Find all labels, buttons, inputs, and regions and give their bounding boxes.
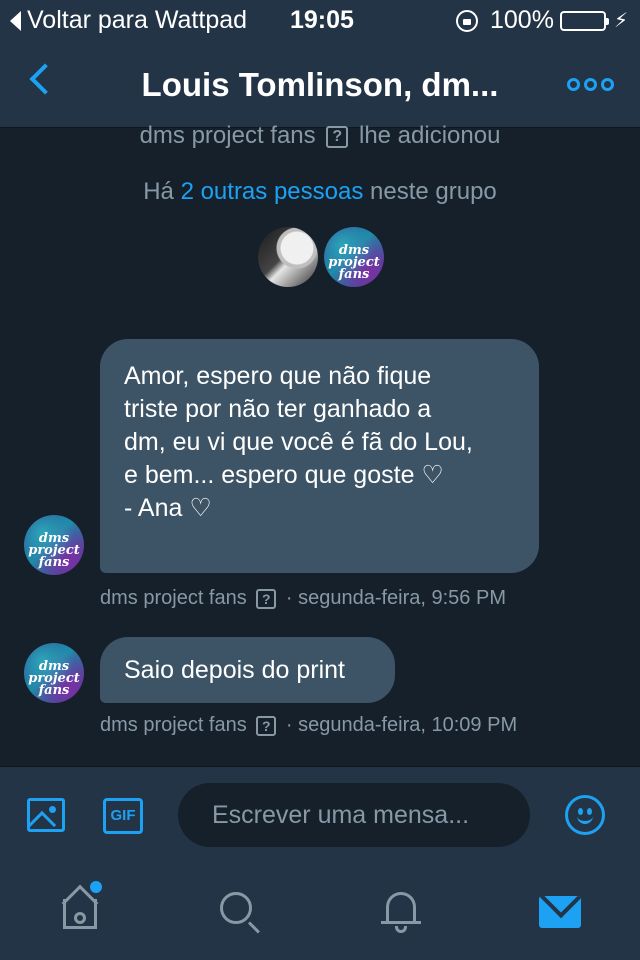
search-icon[interactable]: [216, 886, 266, 936]
unknown-emoji-icon: ?: [326, 125, 349, 148]
image-icon[interactable]: [27, 798, 65, 832]
member-avatar-dms-project[interactable]: dms project fans: [324, 227, 384, 287]
message-bubble[interactable]: Amor, espero que não fique triste por nã…: [100, 339, 539, 573]
home-icon[interactable]: [56, 884, 106, 936]
status-indicators: 100% ⚡: [456, 6, 628, 35]
dot: [567, 78, 580, 91]
message-bubble[interactable]: Saio depois do print: [100, 637, 395, 703]
avatar-logo-text: dms project fans: [28, 531, 80, 570]
conversation-header: Louis Tomlinson, dm...: [0, 40, 640, 128]
back-to-app-link[interactable]: Voltar para Wattpad: [10, 6, 247, 35]
tab-bar: [0, 862, 640, 960]
dot: [601, 78, 614, 91]
bell-base: [381, 921, 421, 924]
dot: [584, 78, 597, 91]
image-icon-sun: [49, 806, 56, 813]
message-text: Saio depois do print: [124, 656, 345, 684]
bell-clapper: [395, 926, 407, 933]
unknown-emoji-icon: ?: [256, 588, 277, 609]
messages-icon[interactable]: [536, 886, 586, 936]
emoji-mouth: [577, 812, 593, 824]
system-message-added: dms project fans ? lhe adicionou: [0, 120, 640, 148]
message-timestamp: · segunda-feira, 9:56 PM: [285, 587, 506, 609]
charging-icon: ⚡: [613, 10, 628, 32]
message-line: triste por não ter ganhado a: [124, 395, 432, 423]
message-meta: dms project fans ? · segunda-feira, 10:0…: [100, 714, 517, 737]
message-meta: dms project fans ? · segunda-feira, 9:56…: [100, 587, 506, 610]
gif-button[interactable]: GIF: [103, 798, 143, 834]
sender-name: dms project fans: [100, 714, 247, 736]
home-door: [74, 912, 86, 924]
battery-icon: [559, 10, 609, 31]
search-handle: [247, 921, 260, 934]
clock: 19:05: [290, 6, 354, 34]
avatar-logo-text: dms project fans: [28, 659, 80, 698]
unread-dot-badge: [90, 881, 102, 893]
group-members-avatars: dms project fans: [258, 227, 384, 287]
bell-body: [386, 892, 416, 922]
sender-avatar[interactable]: dms project fans: [24, 643, 84, 703]
system-message-people: Há 2 outras pessoas neste grupo: [0, 178, 640, 206]
conversation-title[interactable]: Louis Tomlinson, dm...: [0, 66, 640, 104]
sender-name: dms project fans: [100, 587, 247, 609]
message-line: - Ana ♡: [124, 494, 212, 522]
back-to-app-label: Voltar para Wattpad: [27, 6, 248, 34]
message-line: e bem... espero que goste ♡: [124, 461, 444, 489]
notifications-icon[interactable]: [376, 886, 426, 936]
adder-name: dms project fans: [139, 122, 316, 148]
back-arrow-icon: [10, 10, 21, 31]
message-input[interactable]: [178, 783, 530, 847]
compose-bar: GIF: [0, 766, 640, 862]
envelope-icon: [539, 896, 581, 928]
sender-avatar[interactable]: dms project fans: [24, 515, 84, 575]
avatar-logo-text: dms project fans: [328, 243, 380, 282]
member-avatar-photo[interactable]: [258, 227, 318, 287]
battery-percent: 100%: [490, 6, 554, 34]
other-people-link[interactable]: 2 outras pessoas: [181, 178, 364, 205]
people-prefix: Há: [143, 178, 174, 205]
emoji-icon[interactable]: [565, 795, 605, 835]
message-timestamp: · segunda-feira, 10:09 PM: [285, 714, 518, 736]
image-icon-mountain: [30, 810, 57, 829]
message-line: dm, eu vi que você é fã do Lou,: [124, 428, 473, 456]
people-suffix: neste grupo: [370, 178, 497, 205]
search-lens: [220, 892, 252, 924]
unknown-emoji-icon: ?: [256, 715, 277, 736]
added-text: lhe adicionou: [358, 122, 501, 148]
status-bar: Voltar para Wattpad 19:05 100% ⚡: [0, 0, 640, 40]
message-line: Amor, espero que não fique: [124, 362, 432, 390]
orientation-lock-icon: [456, 9, 478, 32]
more-options-icon[interactable]: [567, 78, 614, 91]
